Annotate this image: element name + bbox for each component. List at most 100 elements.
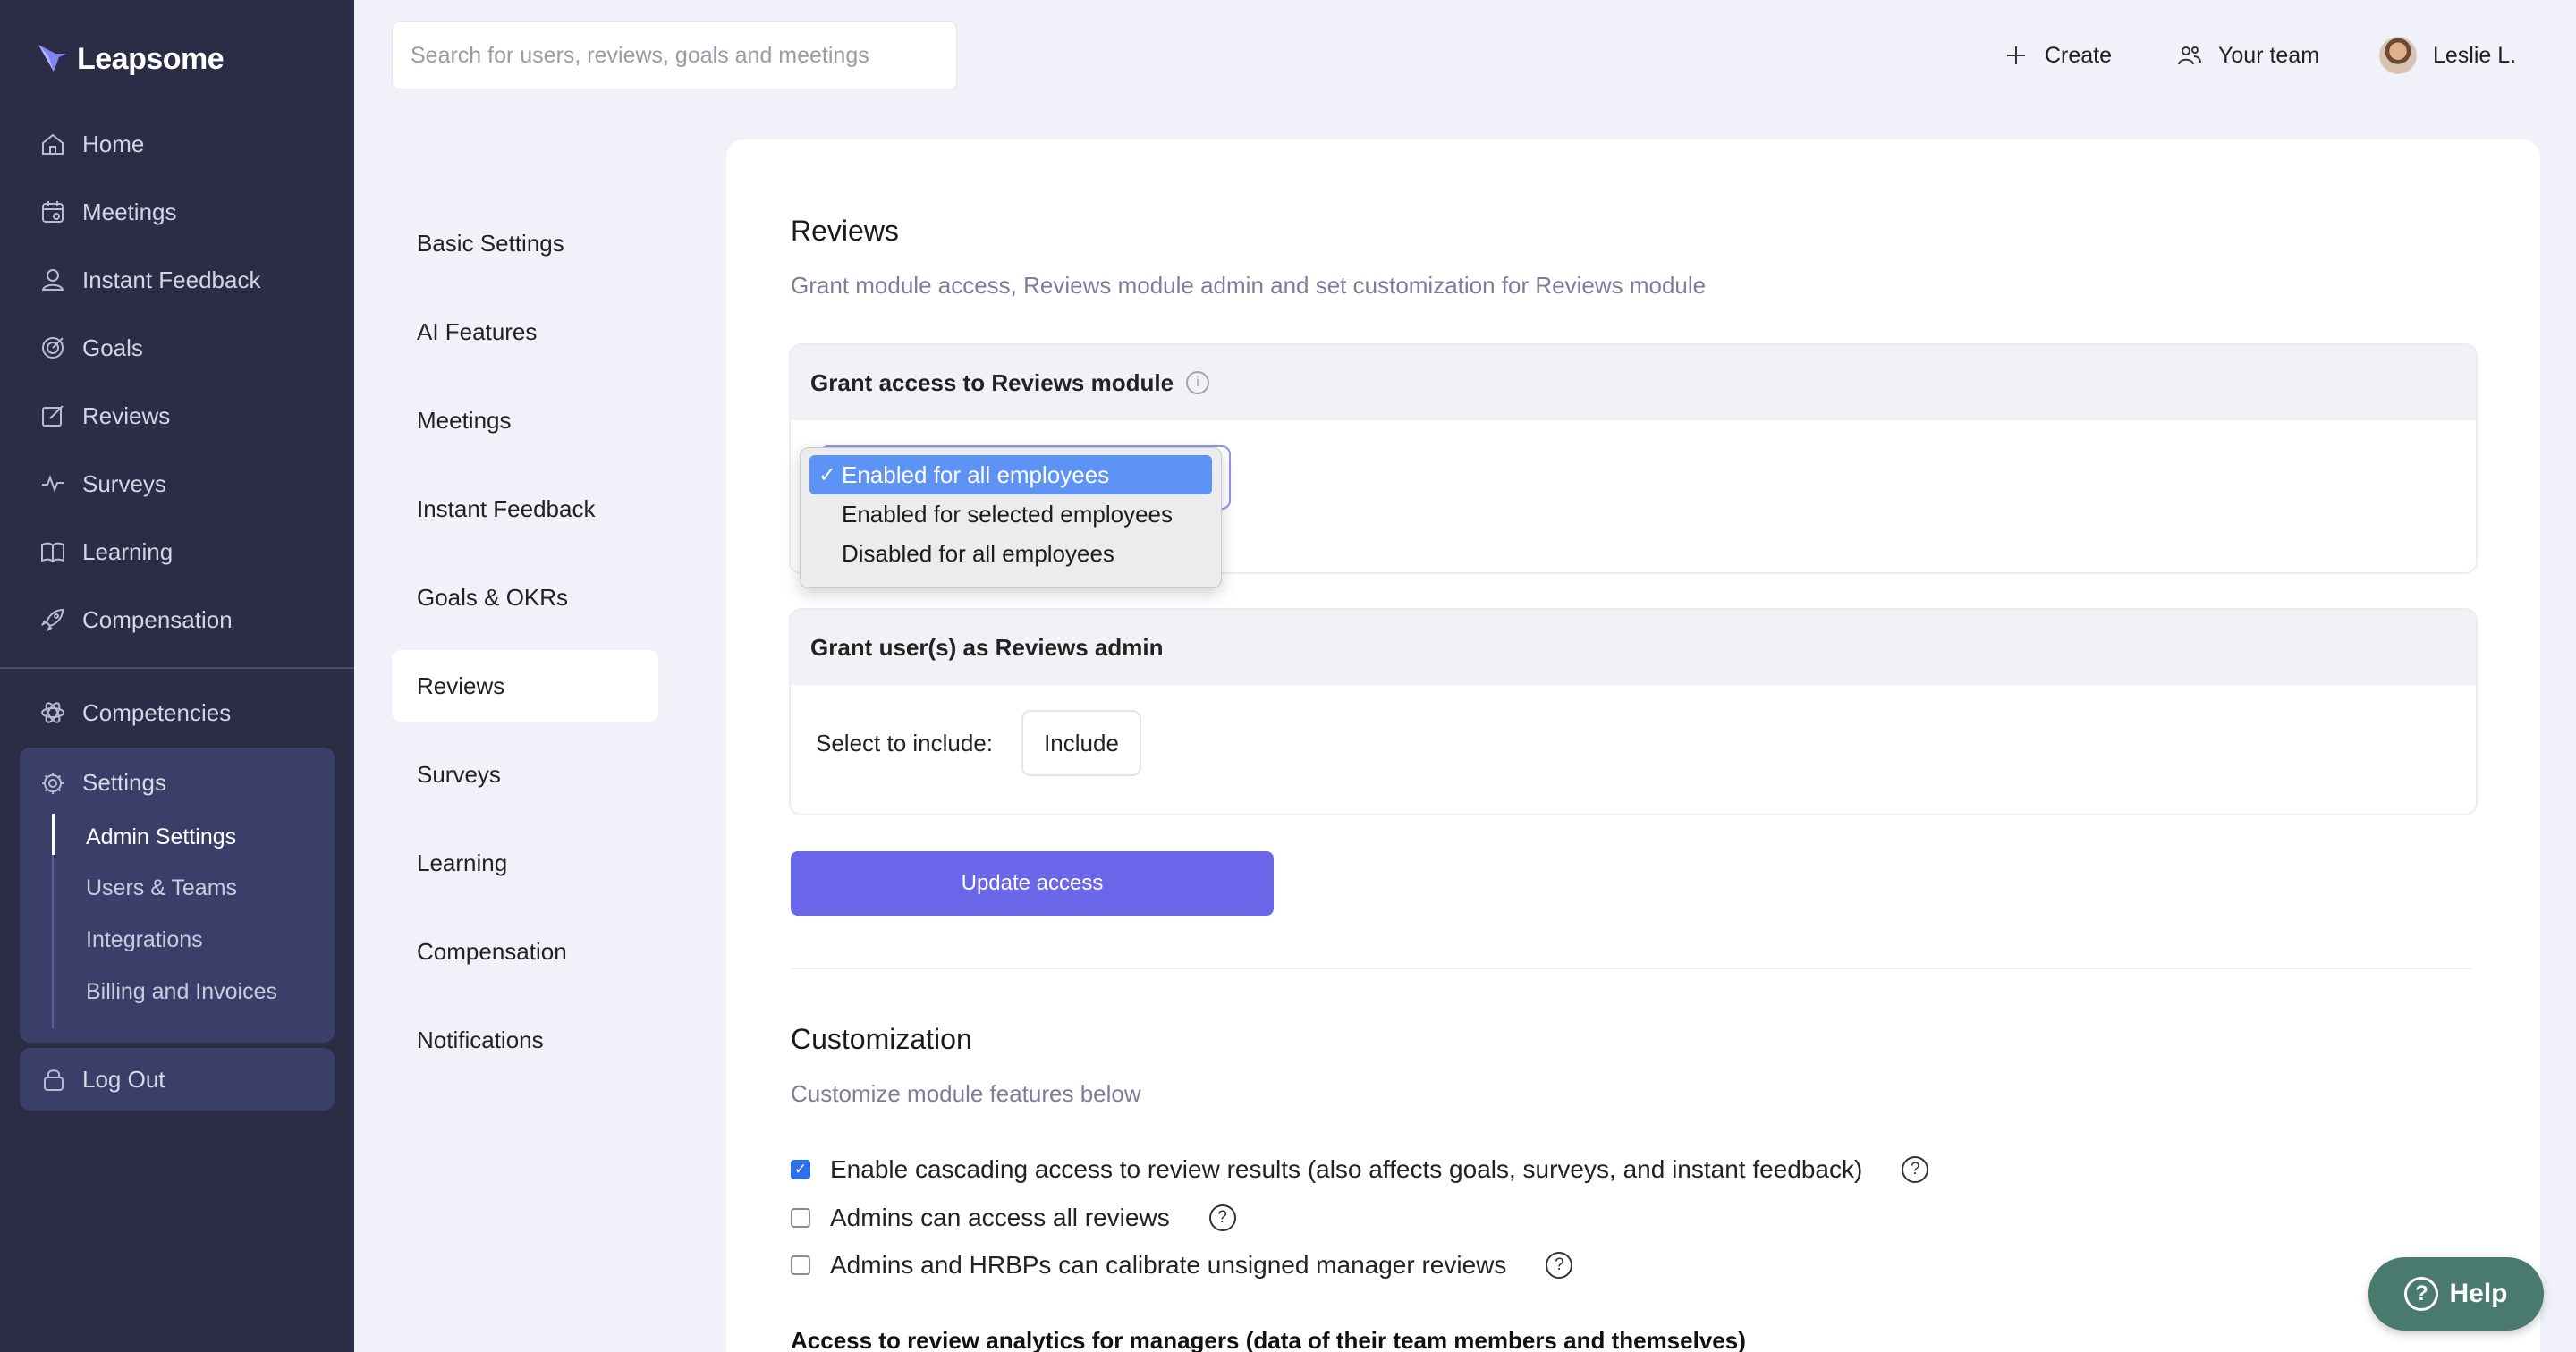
sidebar-subitem-users-teams[interactable]: Users & Teams xyxy=(86,875,237,901)
book-icon xyxy=(41,542,64,563)
sidebar-item-meetings[interactable]: Meetings xyxy=(39,190,177,233)
option-label: Disabled for all employees xyxy=(842,539,1114,567)
your-team-button[interactable]: Your team xyxy=(2177,32,2319,79)
help-button[interactable]: ? Help xyxy=(2368,1257,2544,1331)
settings-nav-notifications[interactable]: Notifications xyxy=(392,1004,658,1076)
user-menu[interactable]: Leslie L. xyxy=(2379,32,2516,79)
help-question-icon[interactable]: ? xyxy=(1902,1156,1929,1183)
analytics-access-title: Access to review analytics for managers … xyxy=(791,1327,1746,1352)
dropdown-option-selected[interactable]: Enabled for selected employees xyxy=(809,494,1212,534)
sidebar: Leapsome Home Meetings Instant Feedback … xyxy=(0,0,354,1352)
sidebar-item-label: Compensation xyxy=(82,605,233,633)
pulse-icon xyxy=(42,475,64,493)
settings-nav-surveys[interactable]: Surveys xyxy=(392,739,658,810)
info-icon[interactable]: i xyxy=(1186,371,1210,394)
lock-icon xyxy=(44,1069,64,1091)
sidebar-item-goals[interactable]: Goals xyxy=(39,326,143,369)
calibrate-checkbox[interactable] xyxy=(791,1255,810,1275)
sidebar-item-reviews[interactable]: Reviews xyxy=(39,394,170,437)
sidebar-subitem-admin-settings[interactable]: Admin Settings xyxy=(86,824,236,850)
sidebar-item-label: Competencies xyxy=(82,698,232,726)
grant-access-title: Grant access to Reviews module xyxy=(810,368,1174,396)
cascading-access-checkbox[interactable]: ✓ xyxy=(791,1160,810,1179)
question-icon: ? xyxy=(2404,1277,2439,1311)
sidebar-divider xyxy=(0,667,354,669)
check-icon: ✓ xyxy=(818,462,837,487)
select-include-label: Select to include: xyxy=(816,730,994,756)
sidebar-item-surveys[interactable]: Surveys xyxy=(39,462,166,505)
settings-nav-basic[interactable]: Basic Settings xyxy=(392,207,658,279)
rocket-icon xyxy=(40,608,64,632)
calendar-icon xyxy=(42,201,64,223)
sidebar-item-label: Goals xyxy=(82,334,143,361)
help-question-icon[interactable]: ? xyxy=(1546,1252,1573,1279)
team-icon xyxy=(2178,46,2201,65)
customization-subtitle: Customize module features below xyxy=(791,1080,1141,1107)
atom-icon xyxy=(41,702,64,723)
section-divider xyxy=(791,968,2472,969)
sidebar-item-label: Instant Feedback xyxy=(82,266,261,293)
logout-label: Log Out xyxy=(82,1065,165,1093)
dropdown-option-all[interactable]: ✓ Enabled for all employees xyxy=(809,455,1212,494)
home-icon xyxy=(42,133,64,155)
settings-nav-ai-features[interactable]: AI Features xyxy=(392,296,658,368)
option-label: Admins and HRBPs can calibrate unsigned … xyxy=(830,1251,1507,1279)
feedback-icon xyxy=(41,269,64,291)
settings-nav-reviews[interactable]: Reviews xyxy=(392,650,658,722)
logout-button[interactable]: Log Out xyxy=(20,1048,335,1111)
settings-nav-meetings[interactable]: Meetings xyxy=(392,384,658,456)
sidebar-item-learning[interactable]: Learning xyxy=(39,530,173,573)
sidebar-item-label: Settings xyxy=(82,769,166,796)
option-label: Enable cascading access to review result… xyxy=(830,1155,1863,1183)
brand-name: Leapsome xyxy=(77,41,225,76)
sidebar-item-label: Reviews xyxy=(82,401,171,429)
plus-icon xyxy=(2007,46,2025,64)
reviews-title: Reviews xyxy=(791,215,899,247)
reviews-admin-title: Grant user(s) as Reviews admin xyxy=(810,633,1164,661)
your-team-label: Your team xyxy=(2218,42,2320,68)
update-access-button[interactable]: Update access xyxy=(791,851,1274,916)
sidebar-item-label: Home xyxy=(82,130,145,157)
sidebar-item-label: Meetings xyxy=(82,198,177,225)
settings-nav-learning[interactable]: Learning xyxy=(392,827,658,899)
sidebar-subitem-integrations[interactable]: Integrations xyxy=(86,927,203,953)
user-name: Leslie L. xyxy=(2433,42,2517,68)
settings-nav-compensation[interactable]: Compensation xyxy=(392,916,658,987)
option-label: Enabled for all employees xyxy=(842,461,1110,488)
admins-access-checkbox[interactable] xyxy=(791,1208,810,1228)
option-cascading-access: ✓ Enable cascading access to review resu… xyxy=(791,1155,1929,1184)
sidebar-item-compensation[interactable]: Compensation xyxy=(39,598,233,641)
reviews-subtitle: Grant module access, Reviews module admi… xyxy=(791,272,1707,299)
settings-nav-instant-feedback[interactable]: Instant Feedback xyxy=(392,473,658,545)
settings-subnav-active-indicator xyxy=(52,814,55,855)
sidebar-subitem-billing[interactable]: Billing and Invoices xyxy=(86,979,277,1005)
access-dropdown: ✓ Enabled for all employees Enabled for … xyxy=(800,447,1222,588)
option-label: Enabled for selected employees xyxy=(842,500,1174,528)
settings-nav-goals-okrs[interactable]: Goals & OKRs xyxy=(392,562,658,633)
leapsome-logo-icon xyxy=(38,45,66,72)
sidebar-item-label: Surveys xyxy=(82,469,166,497)
include-button[interactable]: Include xyxy=(1021,710,1141,776)
sidebar-item-home[interactable]: Home xyxy=(39,123,144,165)
edit-icon xyxy=(42,405,64,427)
brand-logo[interactable]: Leapsome xyxy=(36,39,225,79)
search-input[interactable] xyxy=(392,21,957,89)
sidebar-item-competencies[interactable]: Competencies xyxy=(39,691,231,734)
customization-title: Customization xyxy=(791,1023,972,1055)
option-calibrate-unsigned: Admins and HRBPs can calibrate unsigned … xyxy=(791,1251,1573,1280)
option-label: Admins can access all reviews xyxy=(830,1204,1170,1231)
settings-group: Settings Admin Settings Users & Teams In… xyxy=(20,748,335,1043)
avatar xyxy=(2379,37,2417,74)
sidebar-item-settings[interactable]: Settings xyxy=(39,769,166,797)
help-question-icon[interactable]: ? xyxy=(1208,1204,1236,1231)
target-icon xyxy=(42,337,64,359)
create-button[interactable]: Create xyxy=(2004,32,2112,79)
option-admins-access-all: Admins can access all reviews ? xyxy=(791,1204,1236,1232)
dropdown-option-disabled[interactable]: Disabled for all employees xyxy=(809,534,1212,573)
sidebar-item-label: Learning xyxy=(82,537,174,565)
gear-icon xyxy=(42,772,64,794)
sidebar-item-instant-feedback[interactable]: Instant Feedback xyxy=(39,258,260,301)
grant-access-header: Grant access to Reviews module i xyxy=(791,345,2476,420)
help-label: Help xyxy=(2449,1279,2508,1308)
create-label: Create xyxy=(2045,42,2113,68)
